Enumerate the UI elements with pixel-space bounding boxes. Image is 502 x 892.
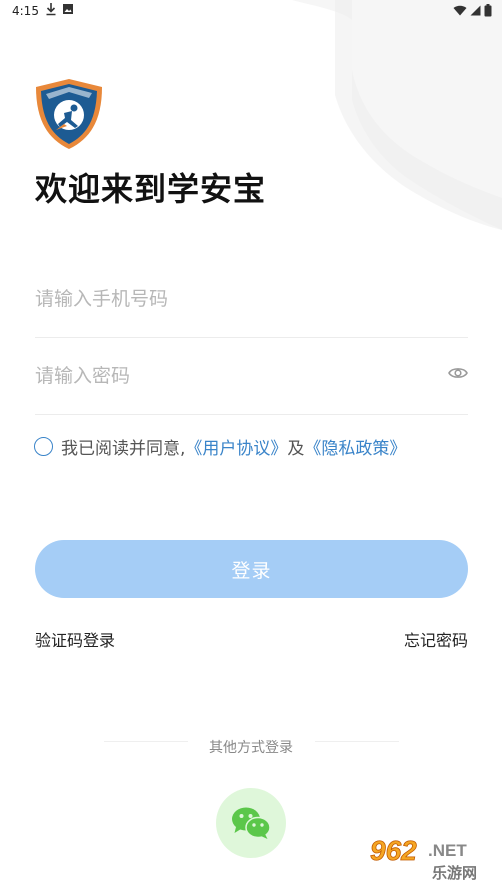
sms-login-link[interactable]: 验证码登录 bbox=[35, 627, 115, 651]
battery-icon bbox=[484, 4, 492, 17]
login-button[interactable]: 登录 bbox=[35, 540, 468, 598]
phone-input[interactable] bbox=[35, 282, 415, 316]
agreement-conjunction: 及 bbox=[287, 438, 305, 459]
svg-text:962: 962 bbox=[370, 835, 417, 866]
phone-field bbox=[35, 260, 468, 338]
agreement-row: 我已阅读并同意, 《用户协议》 及 《隐私政策》 bbox=[34, 432, 406, 460]
signal-icon bbox=[470, 5, 481, 16]
wechat-icon bbox=[232, 807, 271, 839]
agreement-prefix: 我已阅读并同意, bbox=[61, 438, 186, 459]
password-field bbox=[35, 337, 468, 415]
privacy-policy-link[interactable]: 《隐私政策》 bbox=[304, 434, 406, 459]
status-time: 4:15 bbox=[12, 4, 39, 18]
wechat-login-button[interactable] bbox=[216, 788, 286, 858]
forgot-password-link[interactable]: 忘记密码 bbox=[404, 627, 468, 651]
user-agreement-link[interactable]: 《用户协议》 bbox=[185, 434, 287, 459]
svg-text:乐游网: 乐游网 bbox=[432, 864, 477, 882]
wifi-icon bbox=[453, 5, 467, 16]
eye-icon[interactable] bbox=[448, 365, 468, 381]
other-login-label: 其他方式登录 bbox=[209, 740, 293, 756]
image-notification-icon bbox=[63, 4, 73, 14]
watermark-logo: 962 .NET 乐游网 bbox=[364, 831, 500, 882]
download-icon bbox=[46, 3, 56, 16]
status-indicators bbox=[453, 4, 492, 17]
svg-text:.NET: .NET bbox=[428, 841, 467, 860]
app-logo bbox=[36, 79, 102, 149]
password-input[interactable] bbox=[35, 359, 415, 393]
status-bar: 4:15 bbox=[0, 0, 502, 22]
agreement-checkbox[interactable] bbox=[34, 436, 53, 456]
welcome-title: 欢迎来到学安宝 bbox=[35, 170, 267, 208]
